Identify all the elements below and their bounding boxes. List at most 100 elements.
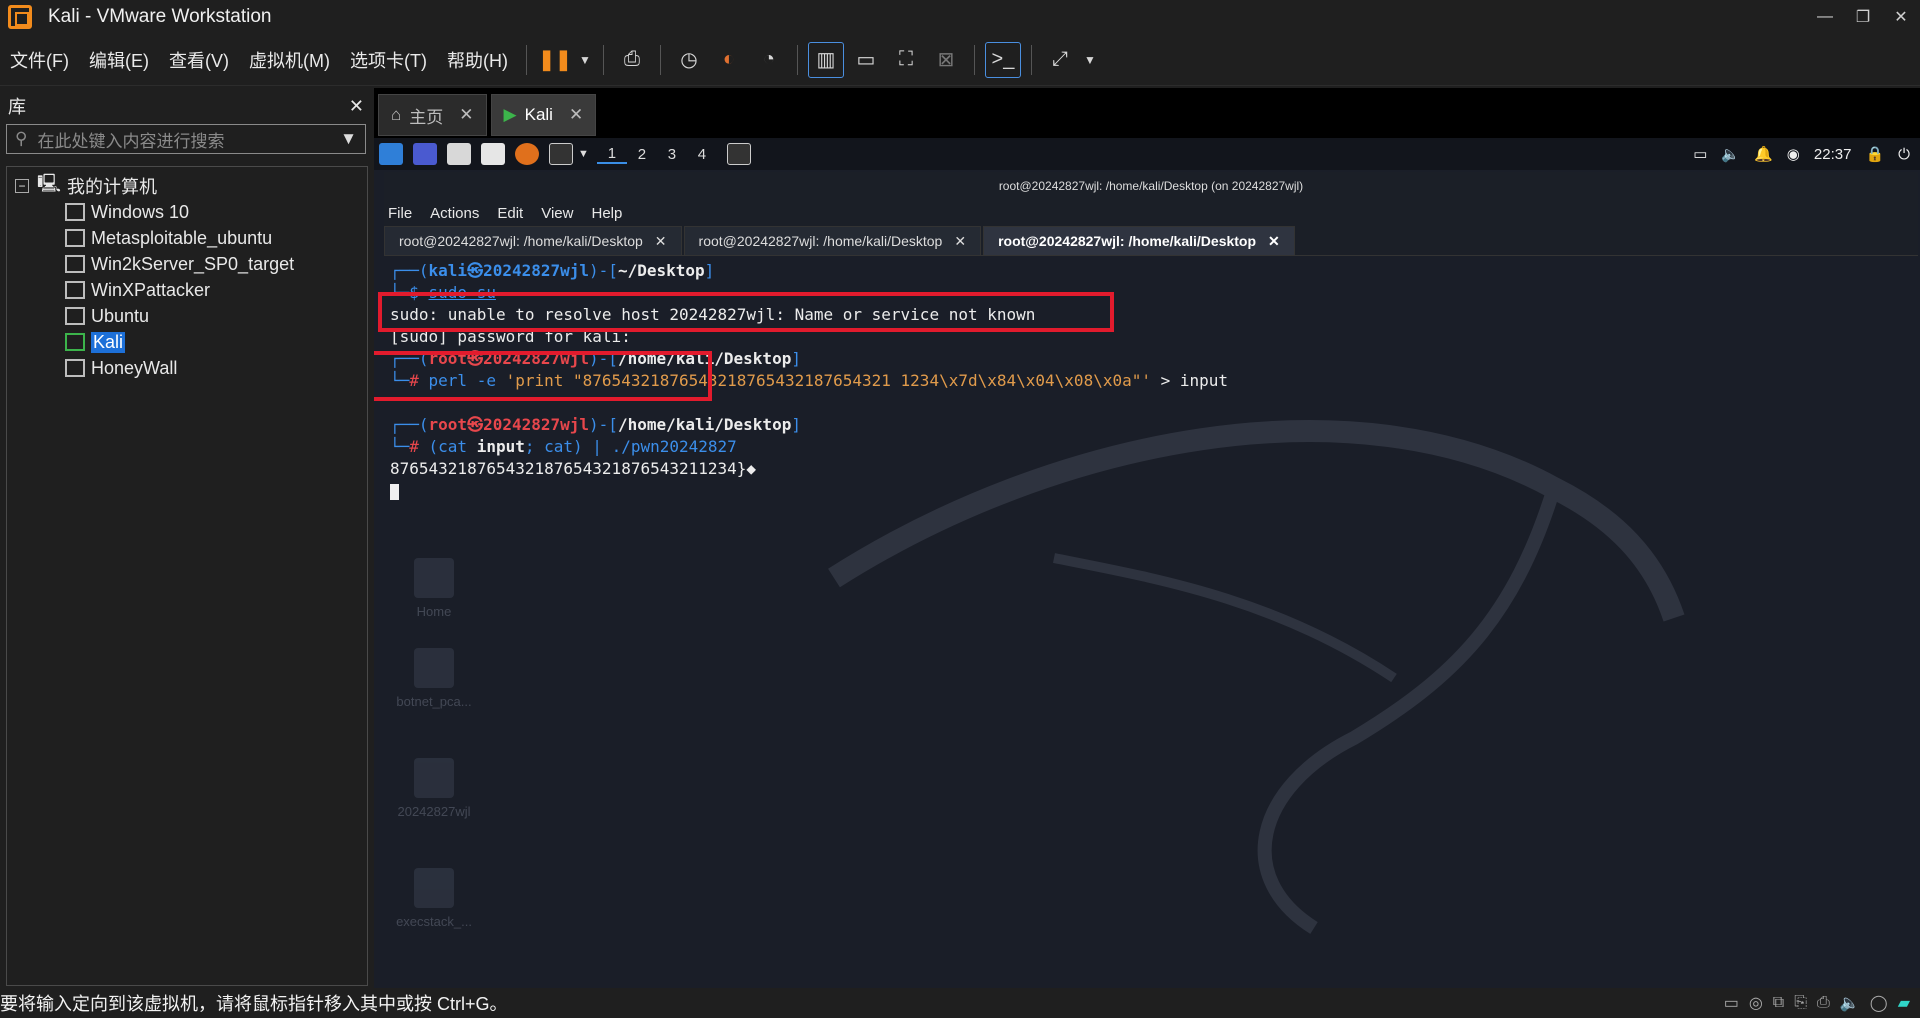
- tree-item-vm[interactable]: Metasploitable_ubuntu: [7, 225, 367, 251]
- revert-snapshot-icon[interactable]: ◐: [711, 42, 747, 78]
- term-menu-view[interactable]: View: [541, 205, 573, 222]
- kali-menu-icon[interactable]: [379, 143, 403, 165]
- term-menu-file[interactable]: File: [388, 205, 412, 222]
- vm-tree: − 🖳 我的计算机 Windows 10 Metasploitable_ubun…: [6, 166, 368, 986]
- output-line: 876543218765432187654321876543211234}◆: [390, 459, 757, 478]
- term-menu-edit[interactable]: Edit: [497, 205, 523, 222]
- tab-kali[interactable]: ▶ Kali ✕: [490, 94, 597, 136]
- workspace-3[interactable]: 3: [657, 146, 687, 163]
- vm-label: Kali: [91, 331, 126, 353]
- term-menu-actions[interactable]: Actions: [430, 205, 479, 222]
- close-icon[interactable]: ✕: [569, 105, 583, 125]
- menu-file[interactable]: 文件(F): [0, 47, 79, 73]
- terminal-tabs: root@20242827wjl: /home/kali/Desktop ✕ ro…: [384, 226, 1918, 256]
- printer-icon[interactable]: ⎙: [1817, 994, 1830, 1012]
- chevron-down-icon[interactable]: ▼: [578, 148, 589, 160]
- tree-item-vm[interactable]: HoneyWall: [7, 355, 367, 381]
- vm-label: HoneyWall: [91, 357, 178, 378]
- volume-icon[interactable]: 🔈: [1721, 145, 1740, 163]
- chevron-down-icon[interactable]: ▼: [1082, 42, 1098, 78]
- tree-item-vm[interactable]: Win2kServer_SP0_target: [7, 251, 367, 277]
- firefox-icon[interactable]: [515, 143, 539, 165]
- file-manager-icon[interactable]: [447, 143, 471, 165]
- chevron-down-icon[interactable]: ▼: [340, 129, 357, 149]
- network-icon[interactable]: ⧉: [1773, 994, 1784, 1012]
- send-ctrl-alt-del-icon[interactable]: ⎙: [614, 42, 650, 78]
- close-icon[interactable]: ✕: [1882, 0, 1920, 34]
- text-editor-icon[interactable]: [481, 143, 505, 165]
- vm-area: ⌂ 主页 ✕ ▶ Kali ✕ Home botnet_pca... 20242…: [374, 88, 1920, 988]
- cdrom-icon[interactable]: ◎: [1749, 993, 1763, 1013]
- menu-edit[interactable]: 编辑(E): [79, 47, 159, 73]
- stretch-icon[interactable]: ⤢: [1042, 42, 1078, 78]
- terminal-tab[interactable]: root@20242827wjl: /home/kali/Desktop ✕: [384, 226, 682, 256]
- workspace-4[interactable]: 4: [687, 146, 717, 163]
- prompt-dir: /home/kali/Desktop: [617, 415, 792, 434]
- minimize-icon[interactable]: —: [1806, 0, 1844, 34]
- clock[interactable]: 22:37: [1814, 146, 1852, 163]
- close-icon[interactable]: ✕: [954, 233, 966, 250]
- command: (cat: [428, 437, 477, 456]
- terminal-tab[interactable]: root@20242827wjl: /home/kali/Desktop ✕: [683, 226, 982, 256]
- close-icon[interactable]: ✕: [655, 233, 667, 250]
- hdd-icon[interactable]: ▭: [1724, 993, 1739, 1013]
- kali-screen[interactable]: Home botnet_pca... 20242827wjl execstack…: [374, 138, 1920, 988]
- tree-item-vm[interactable]: Windows 10: [7, 199, 367, 225]
- close-icon[interactable]: ✕: [349, 96, 364, 117]
- unity-icon[interactable]: ⊠: [928, 42, 964, 78]
- terminal-task-icon[interactable]: [726, 143, 751, 165]
- vm-label: Ubuntu: [91, 305, 150, 326]
- vm-label: WinXPattacker: [91, 279, 211, 300]
- tree-item-vm-selected[interactable]: Kali: [7, 329, 367, 355]
- terminal-title: root@20242827wjl: /home/kali/Desktop (on…: [384, 172, 1918, 200]
- snapshot-icon[interactable]: ◷: [671, 42, 707, 78]
- usb-icon[interactable]: ⎘: [1794, 994, 1807, 1012]
- menu-tabs[interactable]: 选项卡(T): [340, 47, 437, 73]
- chevron-down-icon[interactable]: ▼: [577, 42, 593, 78]
- sound-icon[interactable]: 🔈: [1840, 993, 1860, 1013]
- close-icon[interactable]: ✕: [1268, 233, 1280, 250]
- library-search-input[interactable]: ⚲ 在此处键入内容进行搜索 ▼: [6, 124, 366, 154]
- vm-label: Windows 10: [91, 201, 190, 222]
- terminal-tab-active[interactable]: root@20242827wjl: /home/kali/Desktop ✕: [983, 226, 1295, 256]
- search-placeholder: 在此处键入内容进行搜索: [37, 131, 225, 151]
- pause-icon[interactable]: ❚❚: [537, 42, 573, 78]
- fullscreen-icon[interactable]: ⛶: [888, 42, 924, 78]
- thumbnail-view-icon[interactable]: ▭: [848, 42, 884, 78]
- message-icon[interactable]: ▰: [1898, 993, 1910, 1013]
- toolbar-divider: [659, 44, 661, 75]
- tree-item-vm[interactable]: Ubuntu: [7, 303, 367, 329]
- console-view-icon[interactable]: >_: [984, 41, 1021, 78]
- snapshot-manager-icon[interactable]: ◔: [751, 42, 787, 78]
- menu-view[interactable]: 查看(V): [159, 47, 239, 73]
- search-icon: ⚲: [15, 129, 28, 148]
- toolbar-divider: [973, 44, 975, 75]
- menu-bar: 文件(F) 编辑(E) 查看(V) 虚拟机(M) 选项卡(T) 帮助(H) ❚❚…: [0, 34, 1920, 86]
- terminal-window[interactable]: root@20242827wjl: /home/kali/Desktop (on…: [374, 172, 1918, 988]
- display-icon[interactable]: ▭: [1693, 145, 1707, 163]
- vm-icon: [65, 281, 85, 299]
- prompt-user: kali㉿20242827wjl: [428, 261, 590, 280]
- collapse-icon[interactable]: −: [15, 179, 29, 193]
- term-menu-help[interactable]: Help: [591, 205, 622, 222]
- restore-icon[interactable]: ❐: [1844, 0, 1882, 34]
- workspace-2[interactable]: 2: [627, 146, 657, 163]
- tree-item-vm[interactable]: WinXPattacker: [7, 277, 367, 303]
- tab-home[interactable]: ⌂ 主页 ✕: [378, 94, 487, 136]
- terminal-menu: File Actions Edit View Help: [384, 200, 1918, 226]
- terminal-icon[interactable]: [549, 143, 573, 165]
- display-icon[interactable]: ◯: [1870, 993, 1888, 1013]
- menu-vm[interactable]: 虚拟机(M): [239, 47, 340, 73]
- show-desktop-icon[interactable]: [413, 143, 437, 165]
- tree-root-label: 我的计算机: [67, 177, 158, 197]
- workspace-1[interactable]: 1: [596, 145, 627, 164]
- lock-icon[interactable]: 🔒: [1865, 145, 1884, 163]
- library-view-icon[interactable]: ▥: [807, 41, 844, 78]
- menu-help[interactable]: 帮助(H): [437, 47, 518, 73]
- notification-icon[interactable]: 🔔: [1754, 145, 1773, 163]
- prompt-user: root㉿20242827wjl: [428, 415, 590, 434]
- close-icon[interactable]: ✕: [459, 105, 473, 125]
- toolbar-divider: [525, 44, 527, 75]
- tree-root[interactable]: − 🖳 我的计算机: [7, 173, 367, 199]
- power-icon[interactable]: ⏻: [1898, 146, 1910, 163]
